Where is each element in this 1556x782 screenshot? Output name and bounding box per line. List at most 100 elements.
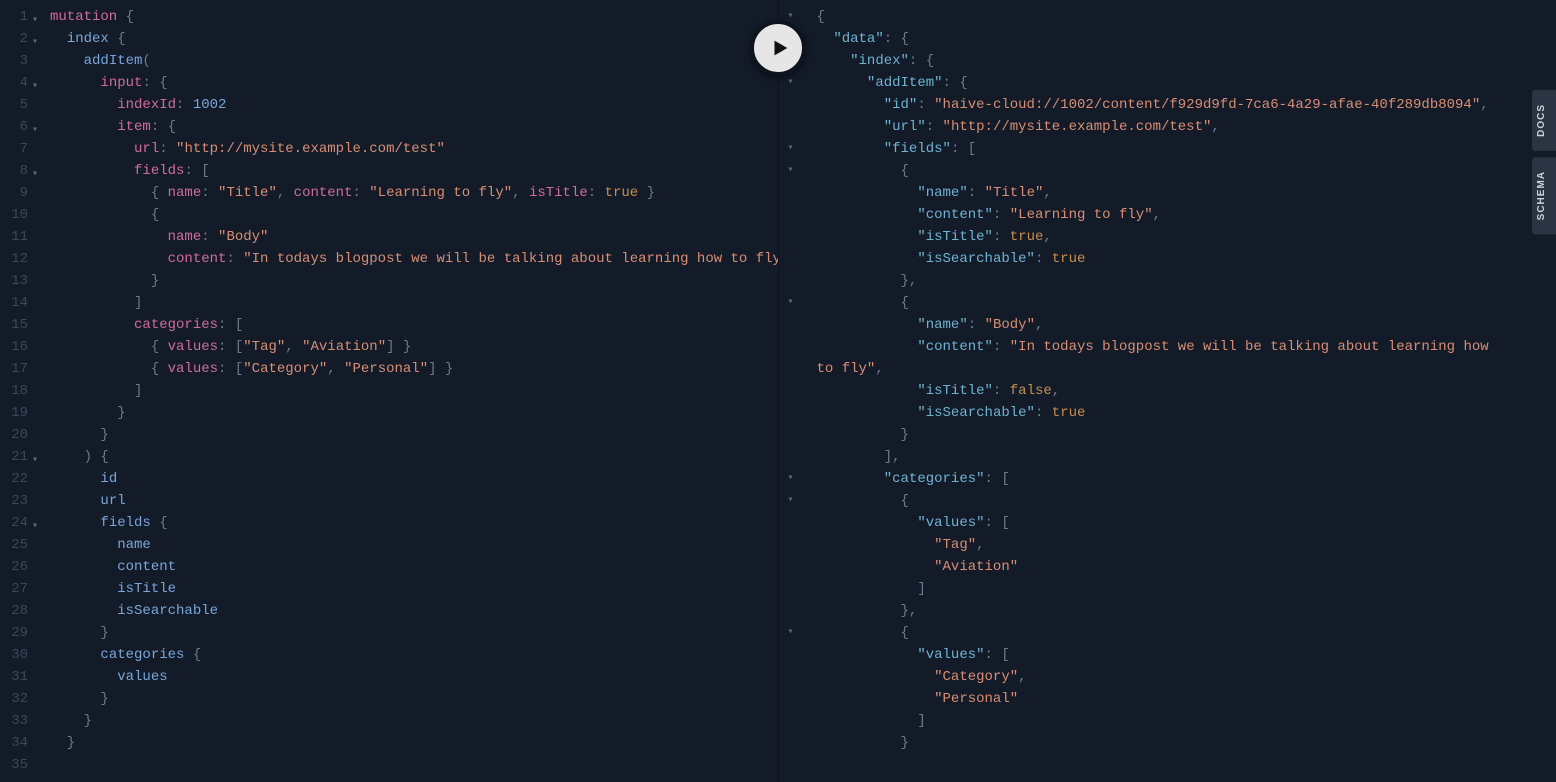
- code-line[interactable]: content: "In todays blogpost we will be …: [50, 248, 779, 270]
- fold-toggle-icon[interactable]: ▾: [779, 490, 803, 512]
- code-line[interactable]: ]: [50, 292, 779, 314]
- code-line[interactable]: mutation {: [50, 6, 779, 28]
- code-line[interactable]: fields: [: [50, 160, 779, 182]
- code-line[interactable]: }: [50, 424, 779, 446]
- fold-toggle-icon: [779, 688, 803, 710]
- tab-docs[interactable]: DOCS: [1532, 90, 1556, 151]
- response-line: {: [817, 490, 1556, 512]
- code-line[interactable]: name: "Body": [50, 226, 779, 248]
- fold-toggle-icon[interactable]: ▾: [32, 450, 38, 472]
- line-number: 8▾: [0, 160, 28, 182]
- response-line: "Tag",: [817, 534, 1556, 556]
- fold-toggle-icon[interactable]: ▾: [32, 32, 38, 54]
- fold-toggle-icon[interactable]: ▾: [32, 76, 38, 98]
- line-number: 18: [0, 380, 28, 402]
- response-line: "values": [: [817, 644, 1556, 666]
- code-line[interactable]: { values: ["Tag", "Aviation"] }: [50, 336, 779, 358]
- code-line[interactable]: input: {: [50, 72, 779, 94]
- response-code: { "data": { "index": { "addItem": { "id"…: [803, 6, 1556, 782]
- response-line: "categories": [: [817, 468, 1556, 490]
- line-number: 13: [0, 270, 28, 292]
- response-viewer[interactable]: ▾▾▾▾▾▾▾▾▾▾ { "data": { "index": { "addIt…: [779, 0, 1556, 782]
- response-line: "name": "Title",: [817, 182, 1556, 204]
- line-number: 25: [0, 534, 28, 556]
- code-line[interactable]: }: [50, 622, 779, 644]
- code-line[interactable]: { name: "Title", content: "Learning to f…: [50, 182, 779, 204]
- code-line[interactable]: indexId: 1002: [50, 94, 779, 116]
- code-line[interactable]: content: [50, 556, 779, 578]
- code-line[interactable]: { values: ["Category", "Personal"] }: [50, 358, 779, 380]
- fold-toggle-icon[interactable]: ▾: [779, 468, 803, 490]
- fold-toggle-icon[interactable]: ▾: [32, 516, 38, 538]
- tab-schema[interactable]: SCHEMA: [1532, 157, 1556, 234]
- line-number: 4▾: [0, 72, 28, 94]
- code-line[interactable]: }: [50, 402, 779, 424]
- code-line[interactable]: ) {: [50, 446, 779, 468]
- code-line[interactable]: }: [50, 732, 779, 754]
- response-line: "data": {: [817, 28, 1556, 50]
- line-number: 1▾: [0, 6, 28, 28]
- code-line[interactable]: isTitle: [50, 578, 779, 600]
- fold-toggle-icon[interactable]: ▾: [779, 292, 803, 314]
- response-line: "id": "haive-cloud://1002/content/f929d9…: [817, 94, 1556, 116]
- line-number: 22: [0, 468, 28, 490]
- fold-toggle-icon[interactable]: ▾: [779, 160, 803, 182]
- line-number: 15: [0, 314, 28, 336]
- fold-toggle-icon[interactable]: ▾: [779, 622, 803, 644]
- fold-toggle-icon: [779, 182, 803, 204]
- execute-button[interactable]: [750, 20, 806, 76]
- fold-toggle-icon: [779, 556, 803, 578]
- side-tabs: DOCS SCHEMA: [1532, 90, 1556, 234]
- response-line: {: [817, 622, 1556, 644]
- response-line: "values": [: [817, 512, 1556, 534]
- code-line[interactable]: }: [50, 710, 779, 732]
- code-line[interactable]: }: [50, 688, 779, 710]
- query-editor-pane: 1▾2▾34▾56▾78▾9101112131415161718192021▾2…: [0, 0, 779, 782]
- response-line: "isSearchable": true: [817, 402, 1556, 424]
- response-line: "Aviation": [817, 556, 1556, 578]
- code-line[interactable]: addItem(: [50, 50, 779, 72]
- code-line[interactable]: id: [50, 468, 779, 490]
- line-number: 11: [0, 226, 28, 248]
- split-panes: 1▾2▾34▾56▾78▾9101112131415161718192021▾2…: [0, 0, 1556, 782]
- code-line[interactable]: categories {: [50, 644, 779, 666]
- line-number: 33: [0, 710, 28, 732]
- line-number: 20: [0, 424, 28, 446]
- fold-toggle-icon[interactable]: ▾: [779, 138, 803, 160]
- response-line: }: [817, 732, 1556, 754]
- line-number: 6▾: [0, 116, 28, 138]
- code-line[interactable]: fields {: [50, 512, 779, 534]
- code-line[interactable]: categories: [: [50, 314, 779, 336]
- response-line: }: [817, 424, 1556, 446]
- response-pane: ▾▾▾▾▾▾▾▾▾▾ { "data": { "index": { "addIt…: [779, 0, 1556, 782]
- line-number-gutter: 1▾2▾34▾56▾78▾9101112131415161718192021▾2…: [0, 6, 36, 782]
- code-line[interactable]: name: [50, 534, 779, 556]
- response-line: "content": "In todays blogpost we will b…: [817, 336, 1556, 358]
- line-number: 7: [0, 138, 28, 160]
- response-line: },: [817, 270, 1556, 292]
- response-line: "name": "Body",: [817, 314, 1556, 336]
- code-line[interactable]: url: [50, 490, 779, 512]
- code-line[interactable]: item: {: [50, 116, 779, 138]
- fold-toggle-icon[interactable]: ▾: [32, 10, 38, 32]
- code-line[interactable]: {: [50, 204, 779, 226]
- response-line: "isTitle": true,: [817, 226, 1556, 248]
- code-line[interactable]: [50, 754, 779, 776]
- line-number: 2▾: [0, 28, 28, 50]
- code-line[interactable]: ]: [50, 380, 779, 402]
- query-code[interactable]: mutation { index { addItem( input: { ind…: [36, 6, 779, 782]
- code-line[interactable]: }: [50, 270, 779, 292]
- response-line: {: [817, 6, 1556, 28]
- code-line[interactable]: values: [50, 666, 779, 688]
- fold-toggle-icon[interactable]: ▾: [32, 120, 38, 142]
- fold-toggle-icon[interactable]: ▾: [32, 164, 38, 186]
- response-line: ]: [817, 710, 1556, 732]
- query-editor[interactable]: 1▾2▾34▾56▾78▾9101112131415161718192021▾2…: [0, 0, 778, 782]
- line-number: 27: [0, 578, 28, 600]
- code-line[interactable]: index {: [50, 28, 779, 50]
- response-line: "fields": [: [817, 138, 1556, 160]
- code-line[interactable]: url: "http://mysite.example.com/test": [50, 138, 779, 160]
- line-number: 10: [0, 204, 28, 226]
- code-line[interactable]: isSearchable: [50, 600, 779, 622]
- line-number: 30: [0, 644, 28, 666]
